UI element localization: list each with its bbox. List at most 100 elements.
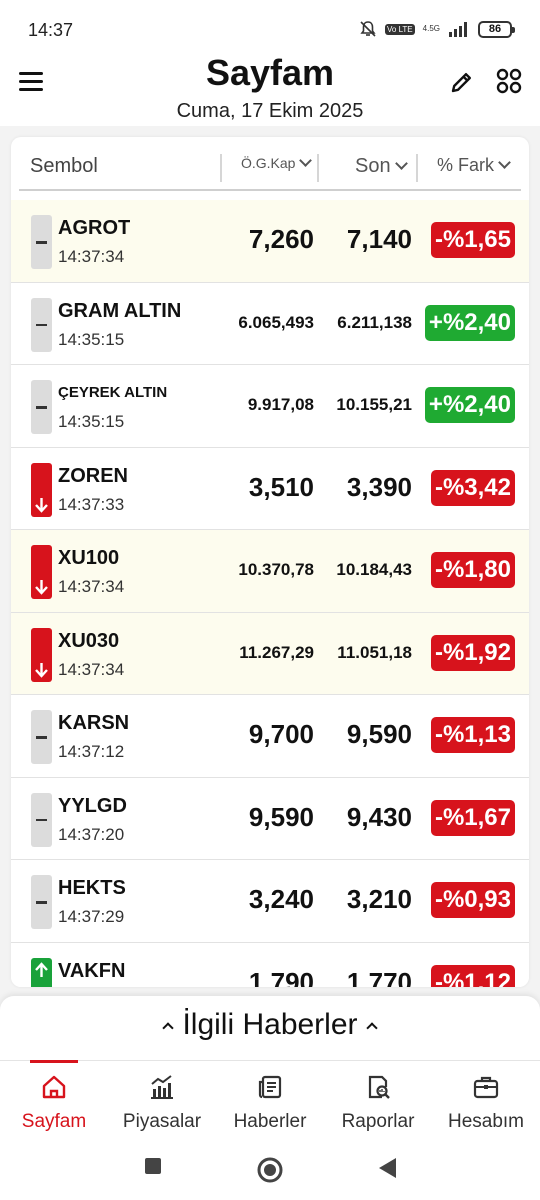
row-last: 3,390 [346, 471, 412, 502]
nav-item-haberler[interactable]: Haberler [216, 1061, 324, 1141]
row-prev-close: 9.917,08 [247, 395, 314, 414]
grid-view-icon[interactable] [496, 68, 522, 94]
row-prev-close: 3,510 [248, 471, 314, 502]
dash-icon [31, 380, 52, 434]
row-symbol: AGROT [58, 217, 131, 239]
row-time: 14:35:15 [58, 329, 125, 349]
arrow-down-icon [31, 462, 52, 517]
back-triangle-icon[interactable] [376, 1156, 398, 1180]
table-row[interactable]: YYLGD 14:37:20 9,590 9,430 -%1,67 [11, 777, 529, 860]
network-type: 4.5G [422, 24, 440, 33]
change-badge: -%1,92 [430, 634, 515, 671]
battery-icon: 86 [478, 20, 515, 38]
row-prev-close: 1,790 [248, 966, 314, 988]
status-time: 14:37 [28, 20, 74, 40]
row-prev-close: 9,590 [248, 801, 314, 832]
row-symbol: ÇEYREK ALTIN [58, 384, 168, 401]
change-badge: -%3,42 [430, 469, 515, 506]
column-prev-close[interactable]: Ö.G.Kap [241, 153, 313, 171]
row-symbol: XU100 [58, 547, 120, 569]
change-badge: +%2,40 [424, 304, 515, 341]
nav-item-raporlar[interactable]: Raporlar [324, 1061, 432, 1141]
table-row[interactable]: ÇEYREK ALTIN 14:35:15 9.917,08 10.155,21 +%2… [11, 365, 529, 448]
change-badge: +%2,40 [424, 387, 515, 423]
table-row[interactable]: XU030 14:37:34 11.267,29 11.051,18 -%1,92 [11, 612, 529, 695]
row-last: 10.155,21 [336, 395, 412, 414]
chevron-up-icon [162, 1022, 175, 1034]
dash-icon [31, 297, 52, 352]
row-prev-close: 6.065,493 [238, 312, 314, 332]
row-last: 9,590 [346, 719, 412, 749]
change-badge: -%1,80 [430, 552, 515, 588]
row-prev-close: 10.370,78 [238, 560, 314, 579]
arrow-down-icon [31, 627, 52, 682]
dash-icon [31, 215, 52, 269]
edit-pencil-icon[interactable] [448, 68, 476, 96]
table-row[interactable]: HEKTS 14:37:29 3,240 3,210 -%0,93 [11, 860, 529, 943]
column-last[interactable]: Son [355, 155, 408, 178]
nav-item-sayfam[interactable]: Sayfam [0, 1060, 108, 1141]
row-last: 11.051,18 [337, 642, 412, 662]
row-time: 14:37:34 [58, 247, 125, 266]
chevron-down-icon [299, 153, 313, 167]
nav-item-piyasalar[interactable]: Piyasalar [108, 1061, 216, 1141]
status-bar: 14:37 Vo LTE 4.5G 86 [0, 0, 540, 60]
mute-bell-icon [359, 20, 377, 38]
column-change[interactable]: % Fark [437, 155, 511, 176]
arrow-down-icon [31, 545, 52, 599]
news-title: İlgili Haberler [182, 1008, 358, 1041]
market-chart-icon [151, 1075, 173, 1099]
volte-icon: Vo LTE [385, 23, 415, 35]
table-row[interactable]: AGROT 14:37:34 7,260 7,140 -%1,65 [11, 200, 529, 283]
row-time: 14:35:15 [58, 412, 125, 431]
row-last: 9,430 [346, 801, 412, 832]
table-row[interactable]: KARSN 14:37:12 9,700 9,590 -%1,13 [11, 695, 529, 778]
change-badge: -%0,93 [430, 882, 515, 918]
row-symbol: GRAM ALTIN [58, 299, 182, 322]
table-row[interactable]: XU100 14:37:34 10.370,78 10.184,43 -%1,80 [11, 530, 529, 613]
watchlist-card: Sembol Ö.G.Kap Son % Fark AGROT 14:37:34 7… [11, 137, 529, 987]
change-badge: -%1,13 [430, 717, 515, 753]
report-icon [368, 1075, 390, 1099]
home-icon [42, 1075, 66, 1099]
row-last: 3,210 [346, 884, 412, 914]
table-row[interactable]: ZOREN 14:37:33 3,510 3,390 -%3,42 [11, 447, 529, 530]
row-last: 1,770 [346, 966, 412, 988]
watchlist-rows: AGROT 14:37:34 7,260 7,140 -%1,65 GRAM ALTIN 1… [11, 200, 529, 987]
dash-icon [31, 875, 52, 929]
briefcase-icon [473, 1076, 499, 1099]
row-symbol: XU030 [58, 629, 120, 652]
system-navigation-bar [0, 1140, 540, 1200]
bottom-navigation: Sayfam Piyasalar Haberler Raporlar Hesab… [0, 1060, 540, 1140]
status-icons: Vo LTE 4.5G 86 [359, 20, 515, 38]
row-prev-close: 7,260 [248, 224, 314, 254]
row-last: 6.211,138 [337, 312, 412, 332]
row-prev-close: 3,240 [248, 884, 314, 914]
related-news-bar[interactable]: İlgili Haberler [0, 996, 540, 1060]
change-badge: -%1,12 [430, 964, 515, 987]
row-time: 14:37:12 [58, 742, 125, 761]
row-last: 7,140 [346, 224, 412, 254]
row-time: 14:37:34 [58, 577, 125, 596]
page-date: Cuma, 17 Ekim 2025 [176, 100, 364, 122]
row-time: 14:37:20 [58, 824, 125, 844]
recent-apps-icon[interactable] [143, 1156, 163, 1176]
row-symbol: HEKTS [58, 877, 126, 899]
dash-icon [31, 792, 52, 847]
row-last: 10.184,43 [336, 560, 412, 579]
table-row[interactable]: VAKFN 1,790 1,770 -%1,12 [11, 942, 529, 988]
table-row[interactable]: GRAM ALTIN 14:35:15 6.065,493 6.211,138 +%2,… [11, 282, 529, 365]
table-header: Sembol Ö.G.Kap Son % Fark [11, 137, 529, 201]
home-button-icon[interactable] [256, 1156, 284, 1184]
dash-icon [31, 710, 52, 764]
app-header: Sayfam Cuma, 17 Ekim 2025 [0, 52, 540, 126]
row-symbol: YYLGD [58, 794, 127, 817]
column-symbol[interactable]: Sembol [30, 155, 98, 178]
row-time: 14:37:33 [58, 494, 125, 514]
row-symbol: VAKFN [58, 959, 126, 982]
news-icon [258, 1075, 282, 1099]
nav-item-hesabim[interactable]: Hesabım [432, 1061, 540, 1141]
row-symbol: KARSN [58, 712, 130, 734]
chevron-down-icon [498, 156, 511, 169]
row-symbol: ZOREN [58, 464, 128, 487]
